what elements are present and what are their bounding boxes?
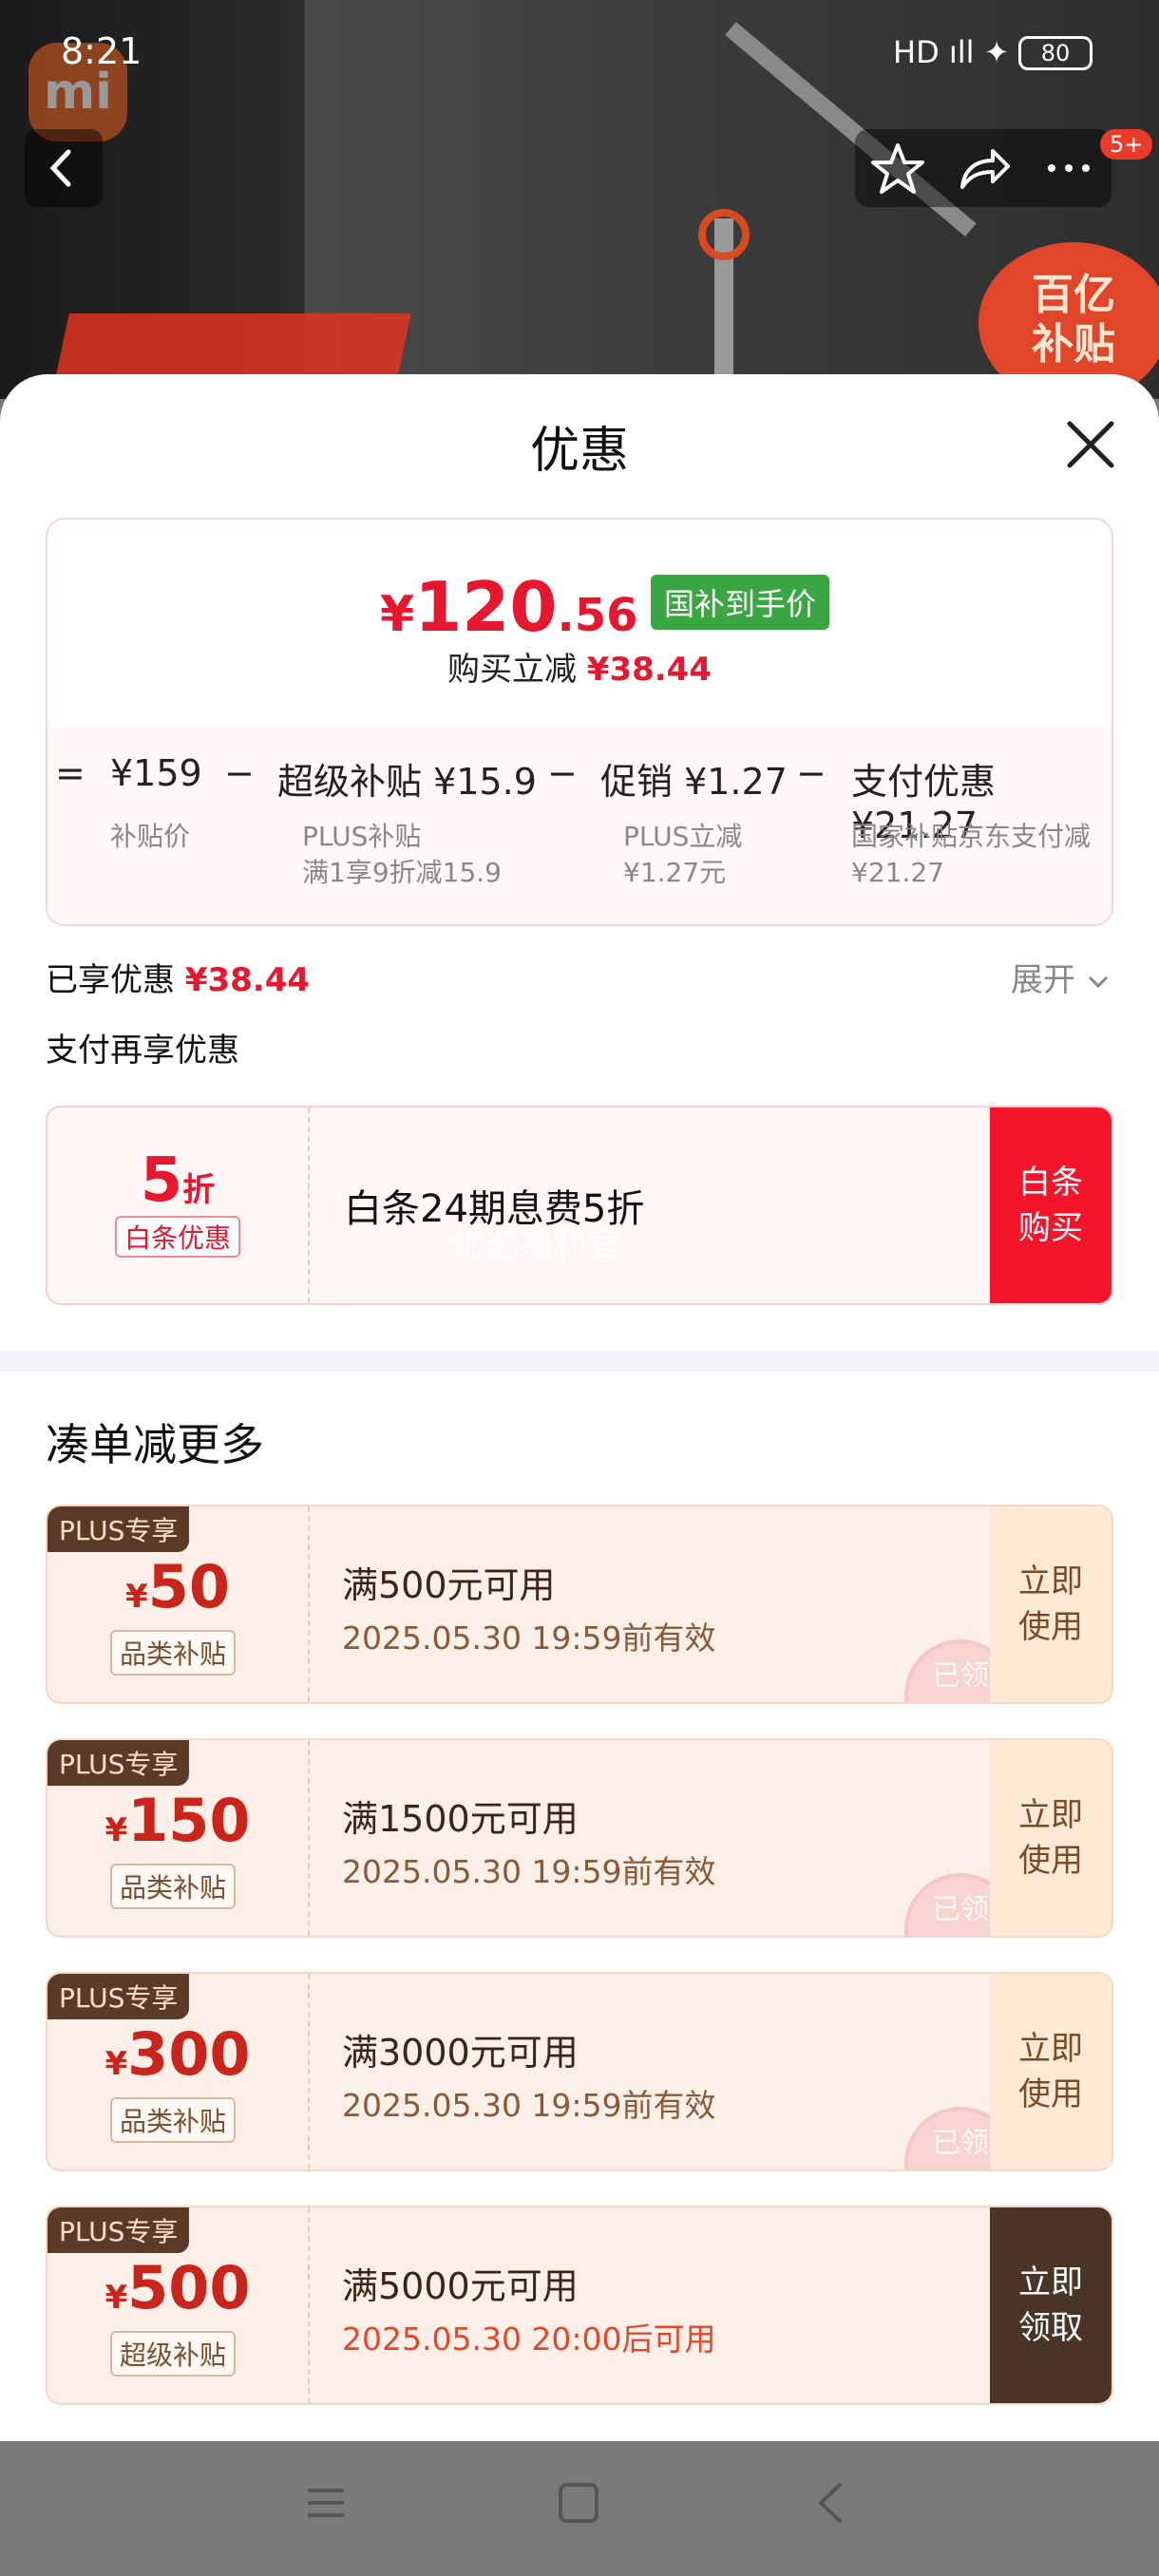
currency-symbol: ¥	[104, 2279, 128, 2317]
use-now-button[interactable]: 立即 使用	[990, 1506, 1112, 1702]
claim-now-button[interactable]: 立即 领取	[990, 2207, 1112, 2403]
enjoyed-discount: 已享优惠 ¥38.44	[46, 954, 310, 1000]
menu-icon[interactable]	[302, 2479, 350, 2527]
notification-count-badge: 5+	[1100, 129, 1153, 160]
coupon-condition: 满5000元可用	[342, 2265, 579, 2307]
share-icon[interactable]	[955, 140, 1012, 197]
coupon-amount-area: PLUS专享 ¥500 超级补贴	[48, 2207, 310, 2403]
use-now-button[interactable]: 立即 使用	[990, 1974, 1112, 2169]
coupon-amount: ¥500	[48, 2253, 308, 2322]
super-subsidy-label: PLUS补贴	[302, 821, 422, 852]
coupon-amount-area: PLUS专享 ¥50 品类补贴	[48, 1506, 310, 1702]
minus-sign: −	[224, 752, 255, 794]
battery-icon: 80	[1018, 36, 1092, 70]
promo-value: 促销 ¥1.27	[600, 761, 788, 803]
coupon-type-tag: 品类补贴	[110, 1630, 237, 1676]
reduce-value: ¥38.44	[586, 651, 712, 689]
coupon-value: 300	[127, 2019, 251, 2089]
chevron-down-icon	[1088, 975, 1108, 989]
coupon-amount-area: PLUS专享 ¥150 品类补贴	[48, 1740, 310, 1936]
enjoyed-label: 已享优惠	[46, 961, 175, 999]
system-nav-bar	[0, 2441, 1159, 2576]
enjoyed-value: ¥38.44	[184, 961, 311, 999]
baitiao-buy-button[interactable]: 白条 购买	[990, 1108, 1112, 1303]
more-section-title: 凑单减更多	[46, 1419, 264, 1470]
currency-symbol: ¥	[104, 1811, 128, 1849]
close-icon[interactable]	[1062, 416, 1119, 473]
reduce-line: 购买立减 ¥38.44	[48, 643, 1112, 690]
base-price: ¥159	[110, 752, 202, 794]
coupon-validity: 2025.05.30 19:59前有效	[342, 1619, 716, 1657]
coupon-condition: 满1500元可用	[342, 1798, 579, 1840]
minus-sign: −	[796, 752, 826, 794]
lamp-hinge	[698, 209, 750, 260]
top-action-group	[855, 129, 1112, 207]
status-bar: 8:21 HD ıll ✦ 80	[0, 0, 1159, 104]
coupon-type-tag: 超级补贴	[110, 2331, 237, 2377]
currency-symbol: ¥	[125, 1578, 148, 1616]
coupon-amount: ¥150	[48, 1786, 308, 1855]
coupon-validity: 2025.05.30 19:59前有效	[342, 2087, 716, 2124]
promo-desc: ¥1.27元	[623, 857, 727, 888]
super-subsidy-desc: 满1享9折减15.9	[302, 857, 502, 888]
coupon-amount: ¥50	[48, 1552, 308, 1621]
coupon-card: PLUS专享 ¥50 品类补贴 满500元可用 2025.05.30 19:59…	[46, 1505, 1113, 1704]
coupon-condition: 满3000元可用	[342, 2032, 579, 2074]
plus-badge: PLUS专享	[48, 2207, 190, 2253]
discount-number: 5	[140, 1146, 183, 1216]
back-button[interactable]	[25, 129, 103, 207]
coupon-amount-area: PLUS专享 ¥300 品类补贴	[48, 1974, 310, 2169]
expand-toggle[interactable]: 展开	[1011, 954, 1111, 1000]
coupon-condition: 满500元可用	[342, 1564, 556, 1606]
coupon-value: 500	[127, 2253, 251, 2322]
section-divider	[0, 1351, 1159, 1372]
currency-symbol: ¥	[104, 2045, 128, 2083]
watermark-text: 优选福利官	[450, 1225, 622, 1264]
expand-label: 展开	[1011, 961, 1075, 999]
discount-value: 5折	[48, 1146, 308, 1216]
coupon-card: PLUS专享 ¥150 品类补贴 满1500元可用 2025.05.30 19:…	[46, 1738, 1113, 1938]
payment-discount-label: 国家补贴京东支付减	[851, 821, 1092, 852]
chevron-left-icon	[49, 149, 71, 187]
minus-sign: −	[547, 752, 578, 794]
coupon-validity: 2025.05.30 20:00后可用	[342, 2320, 716, 2358]
plus-badge: PLUS专享	[48, 1974, 190, 2019]
final-price: ¥120.56	[380, 567, 638, 647]
plus-badge: PLUS专享	[48, 1506, 190, 1552]
plus-badge: PLUS专享	[48, 1740, 190, 1786]
coupon-card: PLUS专享 ¥500 超级补贴 满5000元可用 2025.05.30 20:…	[46, 2206, 1113, 2405]
promo-label: PLUS立减	[623, 821, 743, 852]
super-subsidy-value: 超级补贴 ¥15.9	[277, 761, 537, 803]
discount-unit: 折	[182, 1171, 216, 1209]
status-time: 8:21	[61, 30, 142, 72]
coupon-card: PLUS专享 ¥300 品类补贴 满3000元可用 2025.05.30 19:…	[46, 1972, 1113, 2171]
currency-symbol: ¥	[380, 586, 415, 643]
coupon-validity: 2025.05.30 19:59前有效	[342, 1853, 716, 1890]
price-decimal: .56	[557, 589, 638, 642]
pay-again-title: 支付再享优惠	[46, 1032, 239, 1070]
sheet-title: 优惠	[529, 423, 629, 480]
price-integer: 120	[414, 567, 558, 647]
equals-sign: =	[55, 752, 86, 794]
baitiao-offer-card: 5折 白条优惠 白条24期息费5折 优选福利官 白条 购买	[46, 1106, 1113, 1305]
payment-discount-desc: ¥21.27	[851, 857, 944, 888]
base-price-label: 补贴价	[110, 821, 191, 852]
back-nav-icon[interactable]	[808, 2479, 855, 2527]
baitiao-tag: 白条优惠	[114, 1216, 240, 1258]
more-icon[interactable]	[1040, 140, 1097, 197]
reduce-label: 购买立减	[446, 651, 577, 689]
star-icon[interactable]	[869, 140, 926, 197]
coupon-value: 150	[127, 1786, 251, 1855]
baitiao-discount: 5折 白条优惠	[48, 1108, 310, 1303]
subsidy-price-tag: 国补到手价	[651, 575, 830, 630]
signal-wifi-icon: HD ıll ✦	[893, 34, 1010, 70]
coupon-value: 50	[147, 1552, 230, 1621]
coupon-amount: ¥300	[48, 2019, 308, 2089]
use-now-button[interactable]: 立即 使用	[990, 1740, 1112, 1936]
coupon-type-tag: 品类补贴	[110, 2097, 237, 2143]
coupon-type-tag: 品类补贴	[110, 1864, 237, 1909]
home-icon[interactable]	[555, 2479, 602, 2527]
price-summary-card: ¥120.56 国补到手价 购买立减 ¥38.44 = ¥159 补贴价 − 超…	[46, 518, 1113, 926]
